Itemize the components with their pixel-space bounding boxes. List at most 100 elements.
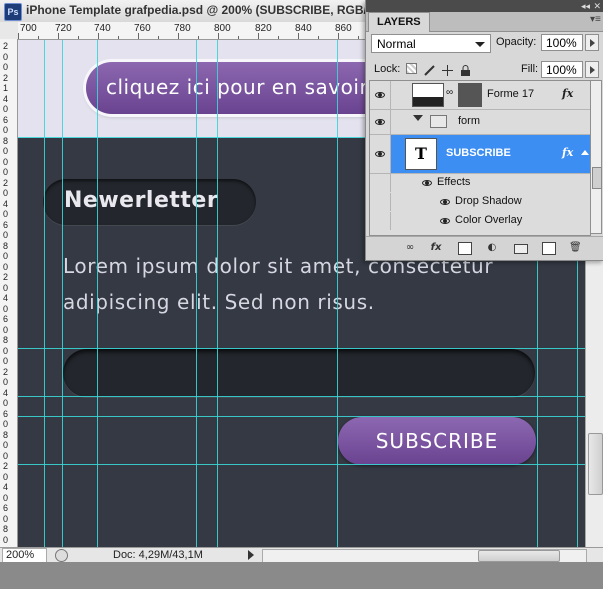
lock-brush-icon[interactable] <box>424 63 435 76</box>
chevron-down-icon <box>475 42 485 47</box>
ruler-label: 0 <box>3 419 9 429</box>
document-info[interactable]: Doc: 4,29M/43,1M <box>113 548 203 562</box>
effect-name: Drop Shadow <box>455 195 522 207</box>
panel-header-strip: ◂◂ ✕ <box>366 0 603 12</box>
mask-icon[interactable] <box>458 242 472 255</box>
ruler-label: 0 <box>3 209 9 219</box>
email-input-mock[interactable] <box>63 349 535 397</box>
ruler-label: 6 <box>3 503 9 513</box>
chain-link-icon: ∞ <box>446 87 454 98</box>
vertical-ruler[interactable]: 2002140608000204060800204060800204060800… <box>0 39 18 547</box>
ruler-label: 0 <box>3 356 9 366</box>
new-layer-icon[interactable] <box>542 242 556 255</box>
ruler-label: 0 <box>3 188 9 198</box>
layers-scrollbar[interactable] <box>590 80 602 234</box>
eye-icon[interactable] <box>373 115 387 129</box>
eye-icon[interactable] <box>373 88 387 102</box>
ruler-label: 0 <box>3 251 9 261</box>
layers-list: ∞ Forme 17 fx form T SUBSCRIBE fx Effect… <box>369 80 591 236</box>
guide-line[interactable] <box>97 40 98 547</box>
eye-icon[interactable] <box>438 195 452 209</box>
guide-line[interactable] <box>18 348 585 349</box>
fill-slider-button[interactable] <box>585 61 599 78</box>
ruler-label: 0 <box>3 62 9 72</box>
guide-line[interactable] <box>18 464 585 465</box>
guide-line[interactable] <box>337 40 338 547</box>
link-icon[interactable]: ∞ <box>404 242 416 253</box>
layers-scroll-thumb[interactable] <box>592 167 602 189</box>
lock-move-icon[interactable] <box>442 63 453 76</box>
ruler-label: 0 <box>3 534 9 545</box>
layer-name: Forme 17 <box>487 88 535 100</box>
effect-row-color-overlay[interactable]: Color Overlay <box>370 212 590 230</box>
ruler-label: 0 <box>3 324 9 335</box>
collapse-effects-icon[interactable] <box>581 150 589 155</box>
ruler-label: 0 <box>3 125 9 135</box>
fill-label: Fill: <box>521 63 539 75</box>
ruler-label: 6 <box>3 219 9 230</box>
layer-row-subscribe[interactable]: T SUBSCRIBE fx <box>370 135 590 174</box>
guide-line[interactable] <box>217 40 218 547</box>
photoshop-icon: Ps <box>4 3 22 21</box>
subscribe-label: SUBSCRIBE <box>375 429 499 453</box>
eye-icon[interactable] <box>373 147 387 161</box>
ruler-label: 0 <box>3 230 9 240</box>
ruler-label: 8 <box>3 335 9 345</box>
disclosure-triangle-icon[interactable] <box>413 115 423 121</box>
status-menu-arrow-icon[interactable] <box>248 550 254 560</box>
ruler-label: 8 <box>3 240 9 251</box>
fill-input[interactable]: 100% <box>541 61 583 78</box>
collapse-icon[interactable]: ◂◂ <box>581 0 590 12</box>
zoom-field[interactable]: 200% <box>2 548 47 563</box>
eye-icon[interactable] <box>438 214 452 228</box>
layer-row-forme17[interactable]: ∞ Forme 17 fx <box>370 81 590 110</box>
layer-name: form <box>458 115 480 127</box>
panel-menu-icon[interactable]: ▾≡ <box>590 13 601 27</box>
ruler-label: 0 <box>3 513 9 524</box>
info-icon[interactable] <box>55 549 68 562</box>
ruler-label: 0 <box>3 492 9 503</box>
guide-line[interactable] <box>196 40 197 547</box>
fx-icon[interactable]: fx <box>562 87 573 100</box>
folder-icon[interactable] <box>514 244 528 254</box>
vertical-scroll-thumb[interactable] <box>588 433 603 495</box>
guide-line[interactable] <box>18 416 585 417</box>
fx-icon[interactable]: fx <box>430 242 442 253</box>
effect-row-drop-shadow[interactable]: Drop Shadow <box>370 193 590 211</box>
ruler-label: 0 <box>3 398 9 408</box>
opacity-label: Opacity: <box>496 36 537 48</box>
guide-line[interactable] <box>62 40 63 547</box>
ruler-label: 0 <box>3 377 9 387</box>
effects-row[interactable]: Effects <box>370 174 590 192</box>
lock-transparent-icon[interactable] <box>406 63 417 74</box>
tab-layers[interactable]: LAYERS <box>368 12 430 32</box>
ruler-label: 0 <box>3 440 9 450</box>
horizontal-scroll-thumb[interactable] <box>478 550 560 562</box>
guide-line[interactable] <box>18 396 585 397</box>
blend-mode-value: Normal <box>377 37 416 51</box>
eye-icon[interactable] <box>420 176 434 190</box>
vector-mask-thumbnail <box>458 83 482 107</box>
horizontal-scrollbar[interactable] <box>262 549 587 563</box>
layer-row-form-group[interactable]: form <box>370 110 590 135</box>
effects-label: Effects <box>437 176 471 188</box>
lock-all-icon[interactable] <box>460 63 471 76</box>
opacity-input[interactable]: 100% <box>541 34 583 51</box>
adjustment-icon[interactable]: ◐ <box>486 242 498 253</box>
status-bar: 200% Doc: 4,29M/43,1M <box>0 547 603 563</box>
ruler-label: 0 <box>3 450 9 461</box>
ruler-corner[interactable] <box>0 22 19 40</box>
close-icon[interactable]: ✕ <box>593 0 601 12</box>
ruler-label: 4 <box>3 93 9 104</box>
ruler-label: 0 <box>3 167 9 177</box>
guide-line[interactable] <box>44 40 45 547</box>
opacity-slider-button[interactable] <box>585 34 599 51</box>
layers-footer: ∞ fx ◐ 🗑 <box>366 236 603 260</box>
trash-icon[interactable]: 🗑 <box>569 242 582 253</box>
blend-mode-select[interactable]: Normal <box>371 34 491 53</box>
ruler-label: 0 <box>3 156 9 167</box>
ruler-label: 4 <box>3 387 9 398</box>
fx-icon[interactable]: fx <box>562 146 573 159</box>
subscribe-button[interactable]: SUBSCRIBE <box>338 417 536 465</box>
ruler-label: 800 <box>214 23 231 34</box>
